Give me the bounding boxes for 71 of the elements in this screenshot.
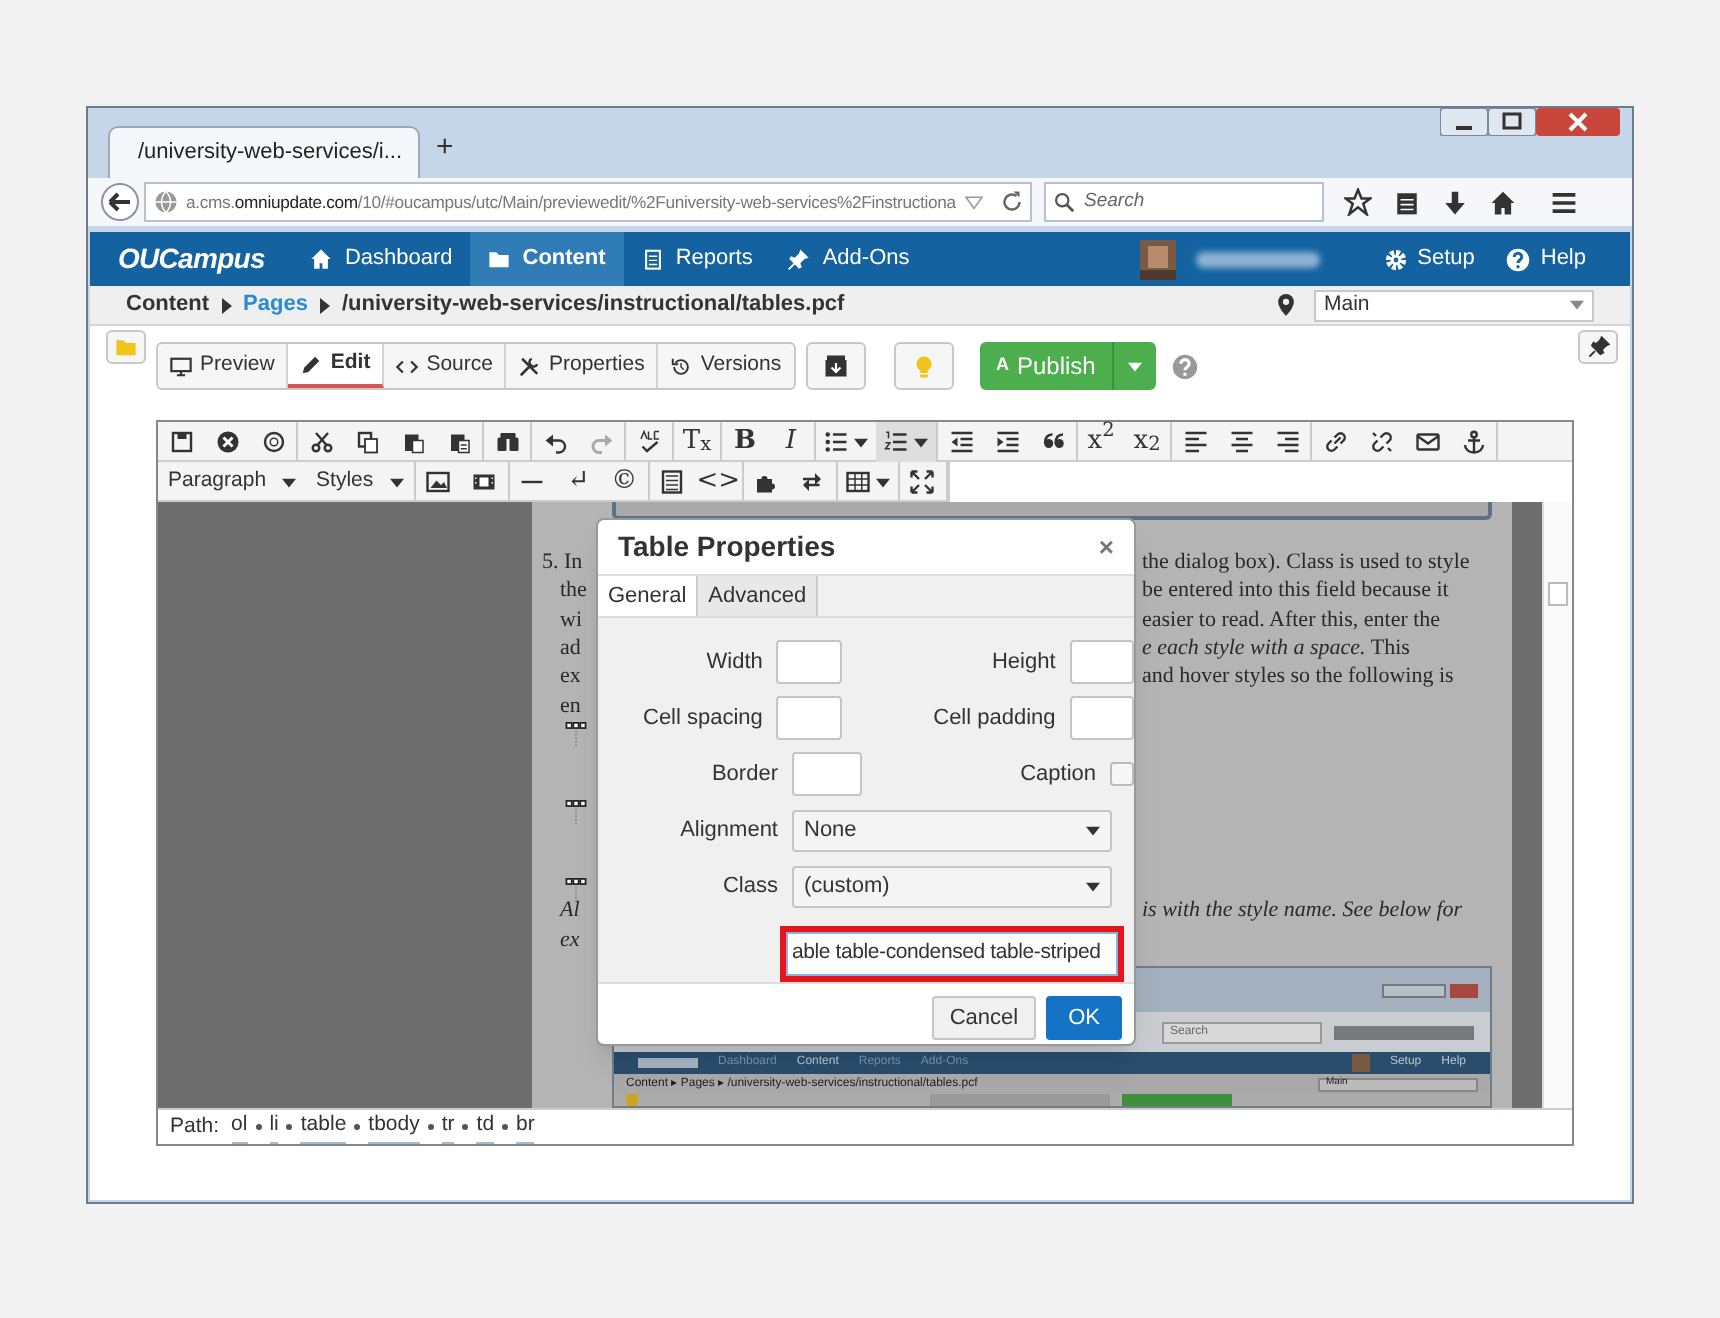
dialog-tab[interactable]: General xyxy=(598,576,699,616)
broadcast-icon: A xyxy=(996,352,1009,380)
path-link[interactable]: tbody xyxy=(368,1110,420,1144)
view-tab[interactable]: Source xyxy=(384,344,507,388)
field-label: Cell padding xyxy=(931,703,1056,734)
input-field[interactable]: able table-condensed table-striped xyxy=(786,932,1118,976)
field-label: Width xyxy=(704,647,763,678)
paragraph-fragment: e each style with a space. This xyxy=(1142,633,1410,663)
field-label: Alignment xyxy=(678,815,778,846)
dialog-title: Table Properties xyxy=(618,528,836,566)
path-link[interactable]: br xyxy=(516,1110,535,1144)
paragraph-fragment: ad xyxy=(560,633,581,663)
toolbar-button[interactable]: x$^{2}$ xyxy=(1078,422,1124,462)
nav-link[interactable]: Setup xyxy=(1367,232,1491,286)
view-tab[interactable]: Properties xyxy=(506,344,659,388)
format-menu[interactable]: Paragraph xyxy=(158,462,307,502)
path-link[interactable]: li xyxy=(269,1110,279,1144)
breadcrumb-item: /university-web-services/instructional/tables.pcf xyxy=(341,290,845,321)
paragraph-fragment: be entered into this field because it xyxy=(1142,576,1449,606)
path-link[interactable]: tr xyxy=(441,1110,455,1144)
search-field[interactable]: Search xyxy=(1044,182,1324,222)
paragraph-fragment: and hover styles so the following is xyxy=(1142,662,1454,692)
breadcrumb-item: Content xyxy=(126,290,210,321)
tab-title: /university-web-services/i... xyxy=(138,138,403,169)
view-tab[interactable]: Edit xyxy=(288,344,385,388)
toolbar-button[interactable]: ↵ xyxy=(555,462,602,502)
paragraph-fragment: Al xyxy=(560,896,580,926)
nav-tab[interactable]: Dashboard xyxy=(292,232,471,286)
paragraph-fragment: 5. In xyxy=(542,547,583,577)
paragraph-fragment: easier to read. After this, enter the xyxy=(1142,605,1441,634)
paragraph-fragment: the dialog box). Class is used to style xyxy=(1142,547,1470,577)
cancel-button[interactable]: Cancel xyxy=(931,996,1037,1040)
select-field[interactable]: None xyxy=(792,809,1112,851)
format-menu[interactable]: Styles xyxy=(306,462,414,502)
url-text: a.cms.omniupdate.com/10/#oucampus/utc/Main/previewedit/%2Funiversity-web-services%2Finstructiona xyxy=(186,189,956,215)
ok-button[interactable]: OK xyxy=(1046,996,1122,1040)
app-logo: OUCampus xyxy=(118,240,265,278)
field-label: Caption xyxy=(1018,759,1096,790)
field-label: Height xyxy=(989,647,1056,678)
paragraph-fragment: ex xyxy=(560,925,580,954)
paragraph-fragment: ex xyxy=(560,662,581,692)
path-link[interactable]: td xyxy=(476,1110,495,1144)
toolbar-button[interactable]: © xyxy=(601,462,648,502)
select-field[interactable]: (custom) xyxy=(792,865,1112,907)
site-select[interactable]: Main xyxy=(1314,289,1594,321)
path-link[interactable]: ol xyxy=(231,1110,248,1144)
search-placeholder: Search xyxy=(1084,187,1145,216)
field-label: Cell spacing xyxy=(641,703,763,734)
close-button[interactable]: × xyxy=(1098,527,1114,567)
toolbar-button[interactable]: B xyxy=(722,422,768,462)
path-link[interactable]: table xyxy=(300,1110,347,1144)
field-label: Class xyxy=(720,871,778,902)
path-label: Path: xyxy=(170,1111,220,1142)
new-tab-button[interactable]: + xyxy=(436,125,454,170)
view-tab[interactable]: Versions xyxy=(658,344,794,388)
field-label: Border xyxy=(709,759,778,790)
paragraph-fragment: wi xyxy=(560,605,582,634)
paragraph-fragment: en xyxy=(560,691,581,721)
nav-tab[interactable]: Reports xyxy=(623,232,771,286)
nav-link[interactable]: Help xyxy=(1490,232,1602,286)
nav-tab[interactable]: Content xyxy=(470,232,624,286)
browser-tab[interactable]: /university-web-services/i... xyxy=(108,126,420,178)
nav-tab[interactable]: Add-Ons xyxy=(770,232,928,286)
dialog-tab[interactable]: Advanced xyxy=(698,576,819,616)
toolbar-button[interactable]: x$_{2}$ xyxy=(1124,422,1170,462)
toolbar-button[interactable]: I xyxy=(768,422,814,462)
paragraph-fragment: the xyxy=(560,576,587,606)
address-field[interactable]: a.cms.omniupdate.com/10/#oucampus/utc/Main/previewedit/%2Funiversity-web-services%2Finstructiona xyxy=(144,182,1032,222)
toolbar-button[interactable]: T$_{x}$ xyxy=(674,422,720,462)
paragraph-fragment: is with the style name. See below for xyxy=(1142,896,1463,926)
toolbar-button[interactable]: <> xyxy=(695,462,742,502)
